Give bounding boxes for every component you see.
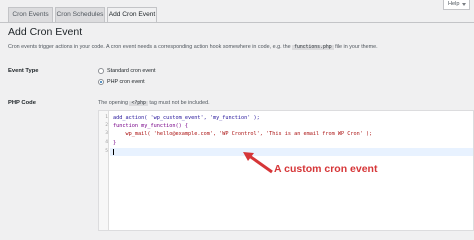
code-line: wp_mail( 'hello@example.com', 'WP Crontr… [113,131,373,137]
php-code-label: PHP Code [8,100,36,106]
caret-down-icon [462,3,466,6]
event-type-label: Event Type [8,68,39,74]
hint-text-2: tag must not be included. [147,100,210,106]
description-text-2: file in your theme. [333,44,378,50]
tabs-divider [0,22,474,23]
line-number-gutter [99,111,109,230]
radio-label-php: PHP cron event [107,79,145,85]
line-number: 4 [105,140,108,145]
arrow-icon [243,152,273,174]
functions-php-code: functions.php [292,45,334,50]
page-description: Cron events trigger actions in your code… [8,44,378,50]
page-title: Add Cron Event [8,26,83,38]
tab-add-cron-event[interactable]: Add Cron Event [107,7,157,23]
description-text-1: Cron events trigger actions in your code… [8,44,293,50]
php-open-tag-code: <?php [129,101,148,106]
tab-cron-schedules[interactable]: Cron Schedules [55,7,105,22]
radio-label-standard: Standard cron event [107,68,156,74]
active-line-highlight [110,148,473,156]
text-caret [113,149,114,155]
hint-text-1: The opening [98,100,130,106]
line-number: 5 [105,149,108,154]
line-number: 1 [105,115,108,120]
radio-standard-cron-event[interactable]: Standard cron event [98,68,156,74]
php-code-hint: The opening <?php tag must not be includ… [98,100,210,106]
tab-cron-events[interactable]: Cron Events [8,7,53,22]
help-button[interactable]: Help [443,0,470,10]
tab-bar: Cron Events Cron Schedules Add Cron Even… [0,0,474,23]
radio-button[interactable] [98,68,104,74]
radio-button-checked[interactable] [98,79,104,85]
line-number: 2 [105,123,108,128]
radio-php-cron-event[interactable]: PHP cron event [98,79,145,85]
line-number: 3 [105,131,108,136]
code-line: } [113,140,117,146]
code-line: function my_function() { [113,123,188,129]
help-label: Help [448,1,460,7]
code-line: add_action( 'wp_custom_event', 'my_funct… [113,115,260,121]
annotation-text: A custom cron event [274,163,378,175]
